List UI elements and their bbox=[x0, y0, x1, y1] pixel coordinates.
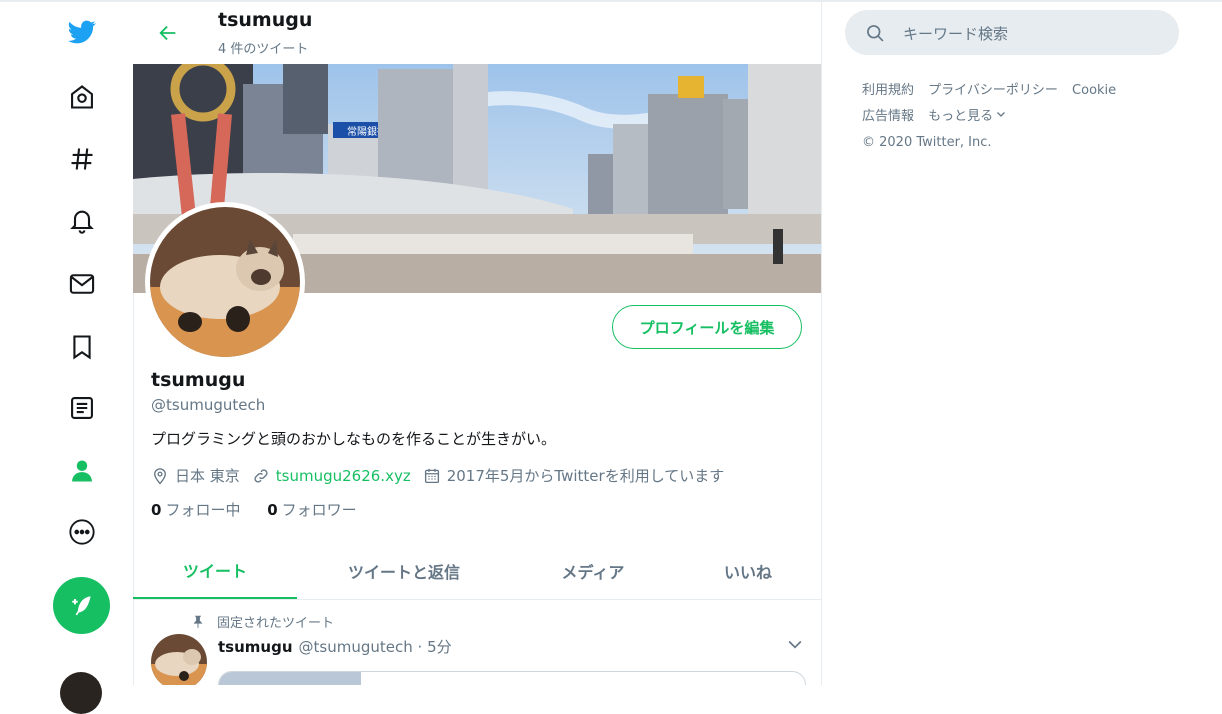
home-icon[interactable] bbox=[60, 75, 104, 119]
cookie-link[interactable]: Cookie bbox=[1072, 83, 1116, 98]
search-input[interactable] bbox=[901, 10, 1165, 57]
profile-icon[interactable] bbox=[60, 449, 104, 493]
profile-avatar[interactable] bbox=[145, 202, 305, 362]
followers-count: 0 bbox=[267, 501, 278, 519]
terms-link[interactable]: 利用規約 bbox=[862, 83, 914, 98]
tweet-time[interactable]: 5分 bbox=[427, 638, 452, 656]
left-sidebar bbox=[0, 0, 134, 714]
profile-bio: プログラミングと頭のおかしなものを作ることが生きがい。 bbox=[151, 430, 557, 448]
pinned-tweet-label: 固定されたツイート bbox=[191, 612, 334, 631]
copyright: © 2020 Twitter, Inc. bbox=[862, 135, 992, 150]
followers-label: フォロワー bbox=[281, 501, 357, 519]
tweet-header: tsumugu @tsumugutech · 5分 bbox=[218, 636, 452, 657]
website-link[interactable]: tsumugu2626.xyz bbox=[276, 467, 411, 485]
following-count: 0 bbox=[151, 501, 162, 519]
cat-avatar-image bbox=[151, 634, 207, 685]
joined-item: 2017年5月からTwitterを利用しています bbox=[423, 465, 725, 486]
calendar-icon bbox=[424, 468, 439, 483]
location-text: 日本 東京 bbox=[175, 467, 240, 485]
profile-column: tsumugu 4 件のツイート 常陽銀行 プロフィールを編集 tsumugu … bbox=[133, 2, 822, 685]
search-bar bbox=[845, 10, 1179, 57]
following-label: フォロー中 bbox=[165, 501, 241, 519]
followers-link[interactable]: 0 フォロワー bbox=[267, 501, 356, 519]
chevron-down-icon bbox=[788, 640, 802, 649]
edit-profile-button[interactable]: プロフィールを編集 bbox=[612, 305, 802, 349]
tweet-author[interactable]: tsumugu bbox=[218, 638, 293, 656]
location-item: 日本 東京 bbox=[151, 465, 240, 486]
tab-tweets[interactable]: ツイート bbox=[133, 542, 297, 599]
profile-meta: 日本 東京 tsumugu2626.xyz 2017年5月からTwitterを利… bbox=[151, 465, 736, 486]
tab-media[interactable]: メディア bbox=[511, 542, 675, 599]
chevron-down-icon bbox=[997, 112, 1006, 117]
profile-tabs: ツイート ツイートと返信 メディア いいね bbox=[133, 542, 821, 600]
more-label: もっと見る bbox=[928, 109, 994, 124]
account-avatar[interactable] bbox=[60, 672, 102, 714]
profile-name: tsumugu bbox=[151, 369, 246, 391]
tweet-media-thumbnail bbox=[219, 672, 361, 685]
pinned-text: 固定されたツイート bbox=[217, 616, 335, 631]
tweet-media-card[interactable] bbox=[218, 671, 806, 685]
profile-handle: @tsumugutech bbox=[151, 396, 266, 414]
profile-header: tsumugu 4 件のツイート bbox=[133, 2, 821, 64]
link-icon bbox=[254, 468, 268, 483]
tab-tweets-and-replies[interactable]: ツイートと返信 bbox=[297, 542, 511, 599]
tweet-avatar[interactable] bbox=[151, 634, 207, 685]
notifications-bell-icon[interactable] bbox=[60, 199, 104, 243]
back-button[interactable] bbox=[153, 18, 183, 48]
follow-stats: 0 フォロー中 0 フォロワー bbox=[151, 499, 357, 520]
tweet-separator: · bbox=[417, 638, 423, 656]
cat-avatar-image bbox=[150, 207, 300, 357]
ads-info-link[interactable]: 広告情報 bbox=[862, 109, 914, 124]
lists-icon[interactable] bbox=[60, 386, 104, 430]
website-item: tsumugu2626.xyz bbox=[252, 467, 411, 485]
twitter-logo-icon[interactable] bbox=[60, 10, 104, 54]
footer-links: 利用規約 プライバシーポリシー Cookie 広告情報 もっと見る © 2020… bbox=[862, 78, 1182, 156]
following-link[interactable]: 0 フォロー中 bbox=[151, 501, 240, 519]
privacy-link[interactable]: プライバシーポリシー bbox=[928, 83, 1058, 98]
tweet-count: 4 件のツイート bbox=[218, 42, 309, 57]
pin-icon bbox=[193, 615, 203, 628]
location-pin-icon bbox=[154, 467, 166, 484]
tweet-menu-button[interactable] bbox=[785, 634, 805, 654]
header-title: tsumugu bbox=[218, 9, 313, 31]
joined-text: 2017年5月からTwitterを利用しています bbox=[446, 467, 725, 485]
more-link[interactable]: もっと見る bbox=[928, 109, 1007, 124]
more-options-icon[interactable] bbox=[60, 510, 104, 554]
explore-hashtag-icon[interactable] bbox=[60, 137, 104, 181]
feather-plus-icon bbox=[71, 595, 91, 615]
bookmarks-icon[interactable] bbox=[60, 325, 104, 369]
tab-likes[interactable]: いいね bbox=[675, 542, 821, 599]
search-icon bbox=[867, 25, 884, 42]
messages-envelope-icon[interactable] bbox=[60, 262, 104, 306]
arrow-left-icon bbox=[159, 25, 176, 41]
compose-tweet-button[interactable] bbox=[53, 577, 110, 634]
tweet-handle[interactable]: @tsumugutech bbox=[299, 638, 413, 656]
